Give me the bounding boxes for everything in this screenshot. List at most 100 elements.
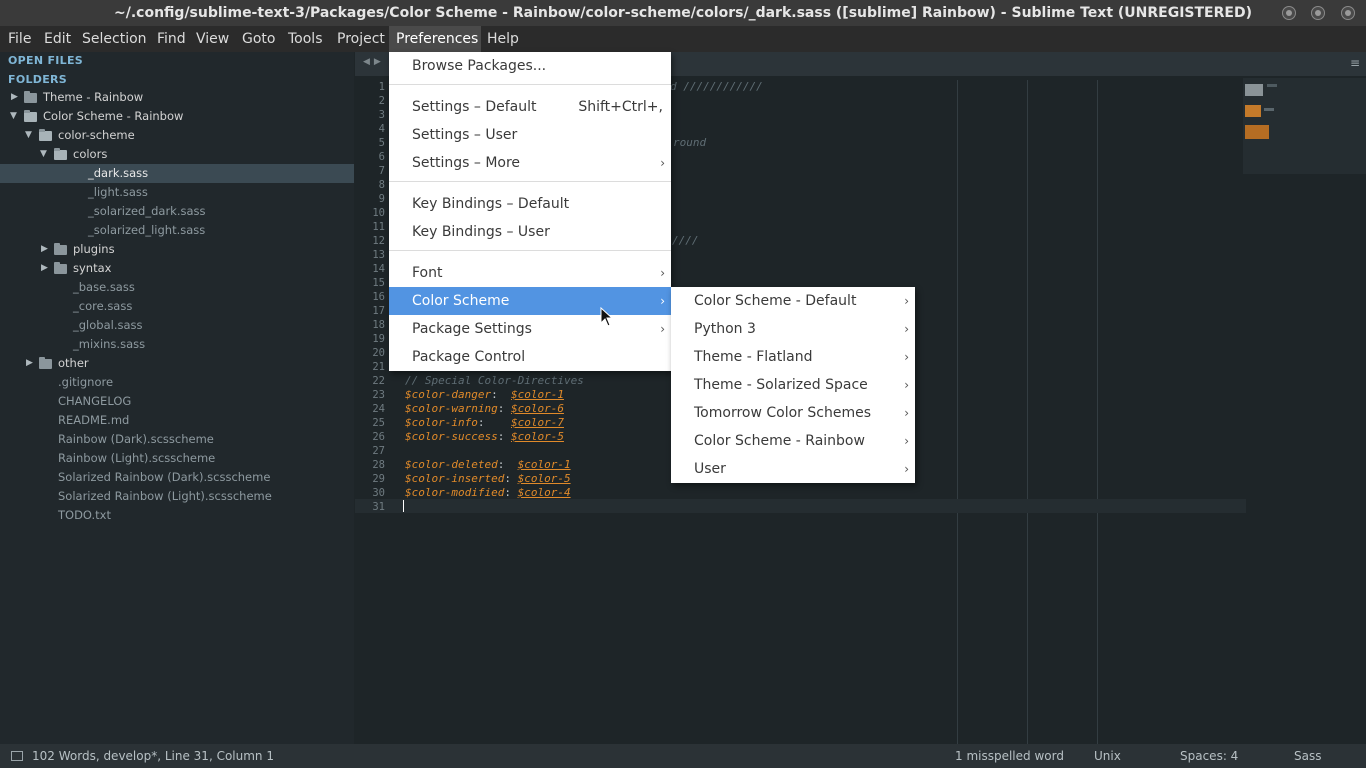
menu-separator <box>389 181 671 182</box>
submenu-arrow-icon: › <box>904 406 909 420</box>
code-fragment: d //////////// <box>670 80 763 93</box>
tree-file-core-sass[interactable]: _core.sass <box>0 297 354 316</box>
menu-item-settings-user[interactable]: Settings – User <box>389 121 671 149</box>
tree-folder-colors[interactable]: ▼ colors <box>0 145 354 164</box>
menu-item-package-control[interactable]: Package Control <box>389 343 671 371</box>
line-number: 21 <box>372 361 385 373</box>
menu-project[interactable]: Project <box>330 26 392 52</box>
code-variable: $color-modified <box>405 486 505 499</box>
menu-item-package-settings[interactable]: Package Settings › <box>389 315 671 343</box>
submenu-arrow-icon: › <box>904 350 909 364</box>
menu-item-key-bindings-user[interactable]: Key Bindings – User <box>389 218 671 246</box>
mouse-pointer-icon <box>600 307 614 327</box>
tab-nav-arrows-icon[interactable]: ◀▶ <box>363 57 385 67</box>
ruler-line <box>1097 80 1098 744</box>
submenu-item-tomorrow-color-schemes[interactable]: Tomorrow Color Schemes › <box>671 399 915 427</box>
folder-icon <box>24 91 37 103</box>
code-fragment: round <box>673 136 707 149</box>
tree-folder-syntax[interactable]: ▶ syntax <box>0 259 354 278</box>
tree-file-todo[interactable]: TODO.txt <box>0 506 354 525</box>
tree-file-readme[interactable]: README.md <box>0 411 354 430</box>
tree-file-base-sass[interactable]: _base.sass <box>0 278 354 297</box>
tree-folder-theme-rainbow[interactable]: ▶ Theme - Rainbow <box>0 88 354 107</box>
submenu-item-theme-solarized-space[interactable]: Theme - Solarized Space › <box>671 371 915 399</box>
submenu-item-python-3[interactable]: Python 3 › <box>671 315 915 343</box>
menu-item-browse-packages[interactable]: Browse Packages... <box>389 52 671 80</box>
tree-file-solarized-light-sass[interactable]: _solarized_light.sass <box>0 221 354 240</box>
line-number: 13 <box>372 249 385 261</box>
code-variable: $color-danger <box>405 388 492 401</box>
minimize-button[interactable] <box>1282 6 1296 20</box>
open-folder-icon <box>24 110 37 122</box>
tree-label: _mixins.sass <box>73 337 146 351</box>
tree-file-light-sass[interactable]: _light.sass <box>0 183 354 202</box>
line-number: 27 <box>372 445 385 457</box>
tree-file-mixins-sass[interactable]: _mixins.sass <box>0 335 354 354</box>
menu-find[interactable]: Find <box>150 26 193 52</box>
status-syntax[interactable]: Sass <box>1294 744 1321 768</box>
tree-label: _dark.sass <box>88 166 149 180</box>
code-separator: : <box>491 388 511 401</box>
tree-file-rainbow-dark[interactable]: Rainbow (Dark).scsscheme <box>0 430 354 449</box>
code-line: $color-warning: $color-6 <box>405 402 564 416</box>
line-number: 25 <box>372 417 385 429</box>
minimap[interactable] <box>1243 78 1366 174</box>
tree-file-gitignore[interactable]: .gitignore <box>0 373 354 392</box>
tree-file-changelog[interactable]: CHANGELOG <box>0 392 354 411</box>
submenu-arrow-icon: › <box>904 462 909 476</box>
status-indentation[interactable]: Spaces: 4 <box>1180 744 1238 768</box>
menu-tools[interactable]: Tools <box>281 26 330 52</box>
code-line: $color-modified: $color-4 <box>405 486 571 500</box>
tree-file-rainbow-light[interactable]: Rainbow (Light).scsscheme <box>0 449 354 468</box>
menu-help[interactable]: Help <box>480 26 526 52</box>
menu-goto[interactable]: Goto <box>235 26 282 52</box>
menu-item-key-bindings-default[interactable]: Key Bindings – Default <box>389 190 671 218</box>
close-button[interactable] <box>1341 6 1355 20</box>
submenu-arrow-icon: › <box>660 294 665 308</box>
tree-file-dark-sass[interactable]: _dark.sass <box>0 164 354 183</box>
hamburger-icon[interactable]: ≡ <box>1350 56 1360 70</box>
menu-separator <box>389 250 671 251</box>
menu-file[interactable]: File <box>1 26 38 52</box>
menu-preferences[interactable]: Preferences <box>389 26 481 52</box>
tree-label: Solarized Rainbow (Light).scsscheme <box>58 489 272 503</box>
menu-item-font[interactable]: Font › <box>389 259 671 287</box>
menu-selection[interactable]: Selection <box>75 26 154 52</box>
status-line-endings[interactable]: Unix <box>1094 744 1121 768</box>
maximize-button[interactable] <box>1311 6 1325 20</box>
tree-label: _base.sass <box>73 280 135 294</box>
tree-folder-color-scheme-rainbow[interactable]: ▼ Color Scheme - Rainbow <box>0 107 354 126</box>
tree-label: _solarized_dark.sass <box>88 204 206 218</box>
tree-folder-other[interactable]: ▶ other <box>0 354 354 373</box>
submenu-item-color-scheme-rainbow[interactable]: Color Scheme - Rainbow › <box>671 427 915 455</box>
submenu-item-user[interactable]: User › <box>671 455 915 483</box>
line-number: 24 <box>372 403 385 415</box>
line-number: 19 <box>372 333 385 345</box>
panel-toggle-icon[interactable] <box>11 751 23 761</box>
submenu-item-theme-flatland[interactable]: Theme - Flatland › <box>671 343 915 371</box>
menu-view[interactable]: View <box>189 26 236 52</box>
tree-file-solarized-dark-sass[interactable]: _solarized_dark.sass <box>0 202 354 221</box>
menu-item-color-scheme[interactable]: Color Scheme › <box>389 287 671 315</box>
status-spelling[interactable]: 1 misspelled word <box>955 744 1064 768</box>
line-number: 30 <box>372 487 385 499</box>
tree-folder-color-scheme[interactable]: ▼ color-scheme <box>0 126 354 145</box>
current-line-highlight <box>355 499 1246 513</box>
line-number: 26 <box>372 431 385 443</box>
tree-folder-plugins[interactable]: ▶ plugins <box>0 240 354 259</box>
tree-file-global-sass[interactable]: _global.sass <box>0 316 354 335</box>
menu-item-settings-more[interactable]: Settings – More › <box>389 149 671 177</box>
line-number: 6 <box>378 151 385 163</box>
tree-file-solarized-rainbow-light[interactable]: Solarized Rainbow (Light).scsscheme <box>0 487 354 506</box>
code-separator: : <box>497 430 511 443</box>
menu-item-settings-default[interactable]: Settings – Default Shift+Ctrl+, <box>389 93 671 121</box>
tree-file-solarized-rainbow-dark[interactable]: Solarized Rainbow (Dark).scsscheme <box>0 468 354 487</box>
tree-label: .gitignore <box>58 375 114 389</box>
line-number: 1 <box>378 81 385 93</box>
line-number: 18 <box>372 319 385 331</box>
open-folder-icon <box>39 129 52 141</box>
code-value: $color-6 <box>510 402 564 415</box>
submenu-item-color-scheme-default[interactable]: Color Scheme - Default › <box>671 287 915 315</box>
collapsed-arrow-icon: ▶ <box>11 92 18 102</box>
menu-edit[interactable]: Edit <box>37 26 78 52</box>
